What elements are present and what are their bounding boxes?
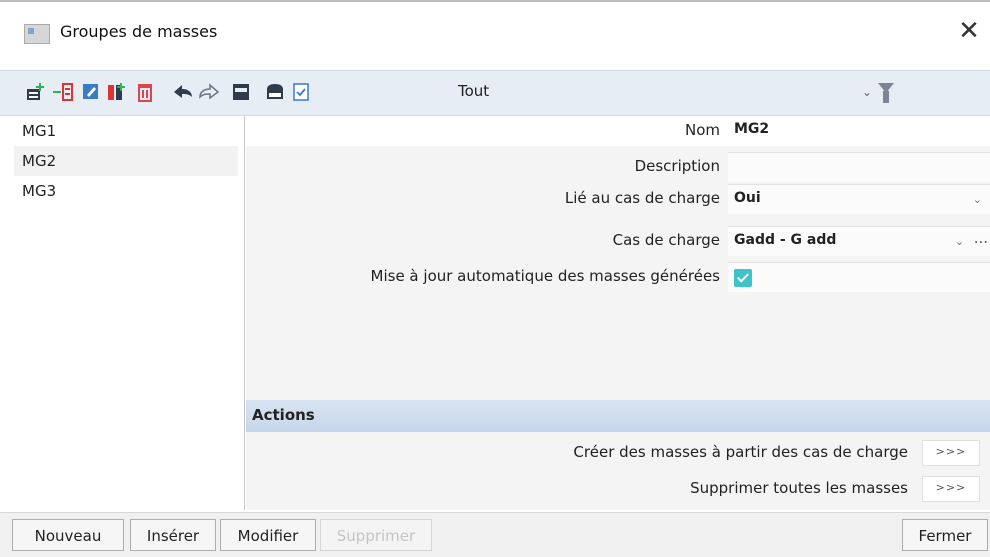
nom-row: Nom MG2 [246, 116, 990, 146]
nom-label: Nom [684, 121, 720, 139]
lie-row: Lié au cas de charge Oui ⌄ [246, 184, 990, 214]
lie-select[interactable]: Oui ⌄ [728, 184, 990, 214]
redo-icon[interactable] [198, 81, 220, 103]
list-item-mg2[interactable]: MG2 [14, 146, 238, 176]
action-row-create: Créer des masses à partir des cas de cha… [246, 438, 990, 468]
nom-field[interactable]: MG2 [728, 116, 990, 146]
title-bar: Groupes de masses ✕ [0, 0, 990, 70]
chevron-down-icon[interactable]: ⌄ [862, 85, 872, 99]
mass-group-list: MG1 MG2 MG3 [14, 116, 245, 510]
list-item-mg1[interactable]: MG1 [14, 116, 238, 146]
action-create-button[interactable]: >>> [922, 440, 980, 466]
supprimer-button[interactable]: Supprimer [320, 519, 432, 551]
cas-row: Cas de charge Gadd - G add ⌄ ... [246, 226, 990, 256]
app-icon [24, 24, 50, 44]
filter-icon[interactable] [878, 83, 894, 103]
maj-row: Mise à jour automatique des masses génér… [246, 262, 990, 292]
nom-value: MG2 [734, 121, 770, 137]
action-row-delete: Supprimer toutes les masses >>> [246, 474, 990, 504]
maj-checkbox[interactable] [734, 269, 752, 287]
delete-icon[interactable] [134, 81, 156, 103]
window-title: Groupes de masses [60, 22, 218, 41]
chevron-down-icon[interactable]: ⌄ [955, 235, 964, 248]
modifier-button[interactable]: Modifier [220, 519, 316, 551]
cas-select[interactable]: Gadd - G add ⌄ ... [728, 226, 990, 256]
button-bar: Nouveau Insérer Modifier Supprimer Ferme… [0, 512, 990, 557]
description-row: Description [246, 152, 990, 182]
undo-icon[interactable] [172, 81, 194, 103]
action-delete-button[interactable]: >>> [922, 476, 980, 502]
maj-field [728, 262, 990, 292]
list-item-mg3[interactable]: MG3 [14, 176, 238, 206]
checklist-icon[interactable] [290, 81, 312, 103]
nouveau-button[interactable]: Nouveau [12, 519, 124, 551]
description-label: Description [634, 157, 720, 175]
lie-label: Lié au cas de charge [564, 189, 720, 207]
action-delete-label: Supprimer toutes les masses [690, 479, 908, 497]
chevron-down-icon[interactable]: ⌄ [973, 193, 982, 206]
new-icon[interactable] [24, 81, 46, 103]
edit-icon[interactable] [80, 81, 102, 103]
save-icon[interactable] [264, 81, 286, 103]
maj-label: Mise à jour automatique des masses génér… [370, 267, 720, 285]
table-icon[interactable] [230, 81, 252, 103]
insert-icon[interactable] [52, 81, 74, 103]
actions-title: Actions [252, 406, 315, 424]
cas-value: Gadd - G add [734, 232, 837, 248]
lie-value: Oui [734, 190, 761, 206]
more-button[interactable]: ... [974, 229, 988, 247]
filter-select[interactable]: Tout [458, 82, 489, 100]
toolbar: Tout ⌄ [0, 70, 990, 116]
actions-header: Actions [246, 400, 990, 432]
inserer-button[interactable]: Insérer [130, 519, 216, 551]
action-create-label: Créer des masses à partir des cas de cha… [573, 443, 908, 461]
description-field[interactable] [728, 152, 990, 182]
properties-panel: Nom MG2 Description Lié au cas de charge… [246, 116, 990, 510]
fermer-button[interactable]: Fermer [902, 519, 988, 551]
copy-icon[interactable] [106, 81, 128, 103]
close-button[interactable]: ✕ [954, 16, 984, 46]
cas-label: Cas de charge [612, 231, 720, 249]
